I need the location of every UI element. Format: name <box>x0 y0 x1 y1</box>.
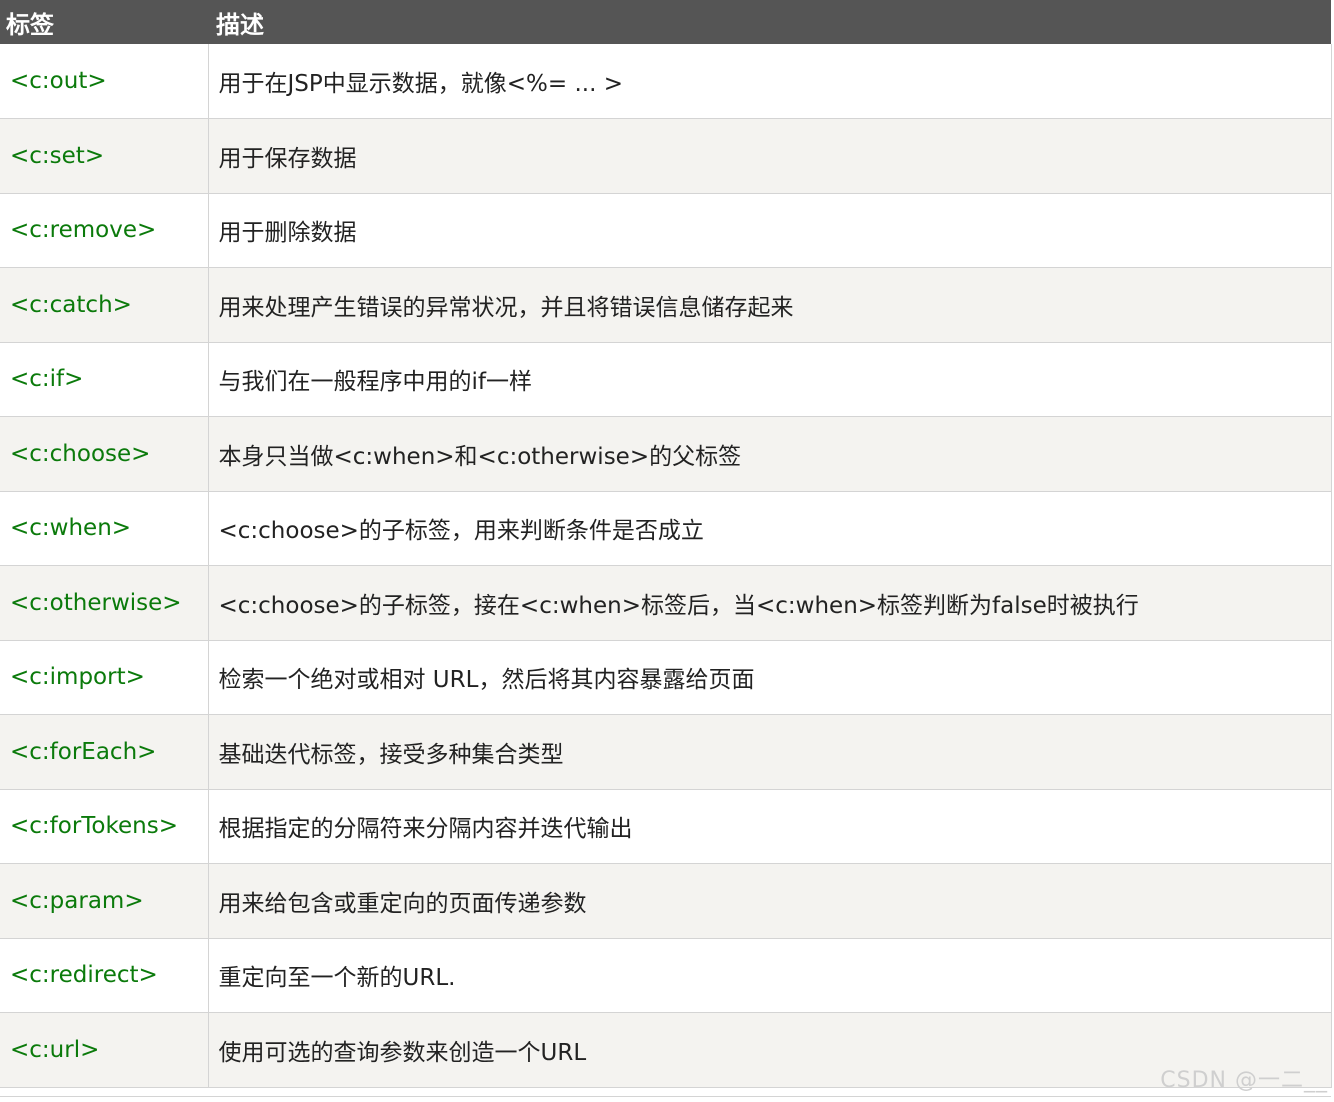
tag-cell: <c:when> <box>0 491 209 566</box>
table-header-row: 标签 描述 <box>0 0 1331 44</box>
table-row: <c:param> 用来给包含或重定向的页面传递参数 <box>0 863 1332 939</box>
csdn-watermark: CSDN @一二__ <box>1160 1068 1328 1093</box>
table-row: <c:set> 用于保存数据 <box>0 118 1332 194</box>
table-bottom-divider <box>0 1096 1331 1097</box>
description-cell: 用于保存数据 <box>208 118 1332 194</box>
tag-cell: <c:remove> <box>0 193 209 268</box>
table-row: <c:forTokens> 根据指定的分隔符来分隔内容并迭代输出 <box>0 789 1332 864</box>
table-row: <c:choose> 本身只当做<c:when>和<c:otherwise>的父… <box>0 416 1332 492</box>
description-cell: 根据指定的分隔符来分隔内容并迭代输出 <box>208 789 1332 864</box>
jstl-core-tags-table: 标签 描述 <c:out> 用于在JSP中显示数据，就像<%= ... > <c… <box>0 0 1332 1088</box>
table-row: <c:otherwise> <c:choose>的子标签，接在<c:when>标… <box>0 565 1332 641</box>
description-cell: 重定向至一个新的URL. <box>208 938 1332 1013</box>
tag-cell: <c:if> <box>0 342 209 417</box>
tag-cell: <c:redirect> <box>0 938 209 1013</box>
tag-cell: <c:catch> <box>0 267 209 343</box>
description-cell: 与我们在一般程序中用的if一样 <box>208 342 1332 417</box>
tag-cell: <c:url> <box>0 1012 209 1088</box>
description-cell: <c:choose>的子标签，用来判断条件是否成立 <box>208 491 1332 566</box>
table-row: <c:remove> 用于删除数据 <box>0 193 1332 268</box>
table-row: <c:when> <c:choose>的子标签，用来判断条件是否成立 <box>0 491 1332 566</box>
description-cell: 检索一个绝对或相对 URL，然后将其内容暴露给页面 <box>208 640 1332 715</box>
description-cell: 基础迭代标签，接受多种集合类型 <box>208 714 1332 790</box>
tag-cell: <c:set> <box>0 118 209 194</box>
tag-cell: <c:import> <box>0 640 209 715</box>
header-description: 描述 <box>216 10 264 39</box>
tag-cell: <c:forEach> <box>0 714 209 790</box>
description-cell: <c:choose>的子标签，接在<c:when>标签后，当<c:when>标签… <box>208 565 1332 641</box>
description-cell: 用于在JSP中显示数据，就像<%= ... > <box>208 44 1332 119</box>
table-row: <c:import> 检索一个绝对或相对 URL，然后将其内容暴露给页面 <box>0 640 1332 715</box>
table-row: <c:out> 用于在JSP中显示数据，就像<%= ... > <box>0 44 1332 119</box>
description-cell: 用来给包含或重定向的页面传递参数 <box>208 863 1332 939</box>
tag-cell: <c:otherwise> <box>0 565 209 641</box>
description-cell: 用来处理产生错误的异常状况，并且将错误信息储存起来 <box>208 267 1332 343</box>
table-row: <c:if> 与我们在一般程序中用的if一样 <box>0 342 1332 417</box>
tag-cell: <c:forTokens> <box>0 789 209 864</box>
table-row: <c:redirect> 重定向至一个新的URL. <box>0 938 1332 1013</box>
tag-cell: <c:param> <box>0 863 209 939</box>
description-cell: 用于删除数据 <box>208 193 1332 268</box>
table-row: <c:url> 使用可选的查询参数来创造一个URL <box>0 1012 1332 1088</box>
description-cell: 本身只当做<c:when>和<c:otherwise>的父标签 <box>208 416 1332 492</box>
tag-cell: <c:out> <box>0 44 209 119</box>
header-tag: 标签 <box>6 10 54 39</box>
table-row: <c:forEach> 基础迭代标签，接受多种集合类型 <box>0 714 1332 790</box>
tag-cell: <c:choose> <box>0 416 209 492</box>
table-row: <c:catch> 用来处理产生错误的异常状况，并且将错误信息储存起来 <box>0 267 1332 343</box>
